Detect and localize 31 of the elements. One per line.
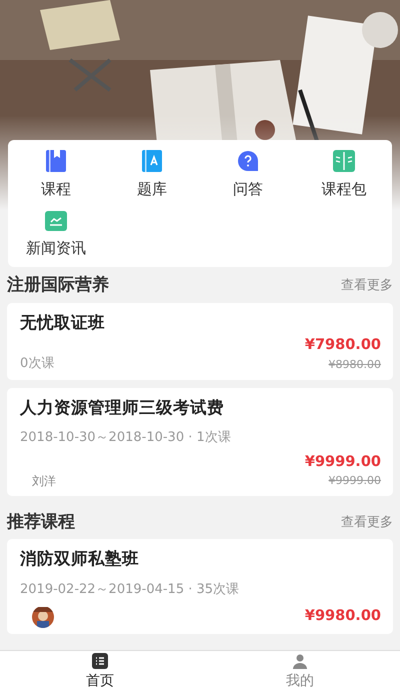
course-card[interactable]: 消防双师私塾班 2019-02-22～2019-04-15 · 35次课 ¥9980.00: [7, 539, 393, 634]
book-icon: [142, 150, 162, 172]
section-title: 注册国际营养: [7, 274, 109, 297]
question-icon: [237, 150, 259, 172]
course-price: ¥9999.00: [304, 452, 381, 472]
shortcut-button[interactable]: 问答: [200, 148, 296, 202]
teacher-name: 刘洋: [32, 472, 57, 490]
course-title: 人力资源管理师三级考试费: [20, 396, 225, 418]
person-icon: [292, 653, 308, 669]
list-icon: [92, 653, 108, 669]
open-book-icon: [333, 150, 355, 172]
course-title: 消防双师私塾班: [20, 548, 140, 570]
tab[interactable]: 我的: [200, 651, 400, 694]
section-title: 推荐课程: [7, 510, 75, 534]
course-meta: 0次课: [20, 355, 54, 373]
course-meta: 2018-10-30～2018-10-30 · 1次课: [20, 429, 231, 448]
course-card[interactable]: 人力资源管理师三级考试费 2018-10-30～2018-10-30 · 1次课 刘洋 ¥9999.00 ¥9999.00: [7, 388, 393, 496]
shortcut-button[interactable]: 新闻资讯: [8, 208, 104, 261]
shortcut-button[interactable]: 课程包: [296, 148, 392, 202]
book-icon: [46, 150, 66, 172]
shortcut-button[interactable]: 课程: [8, 148, 104, 202]
original-price: ¥8980.00: [328, 357, 381, 373]
news-icon: [45, 210, 67, 230]
original-price: ¥9999.00: [328, 473, 381, 490]
course-card[interactable]: 无忧取证班 0次课 ¥7980.00 ¥8980.00: [7, 302, 393, 380]
tab[interactable]: 首页: [0, 651, 200, 694]
course-meta: 2019-02-22～2019-04-15 · 35次课: [20, 581, 240, 599]
shortcut-button[interactable]: 题库: [104, 148, 200, 202]
course-price: ¥9980.00: [304, 606, 381, 626]
course-price: ¥7980.00: [304, 336, 381, 356]
course-title: 无忧取证班: [20, 312, 106, 334]
